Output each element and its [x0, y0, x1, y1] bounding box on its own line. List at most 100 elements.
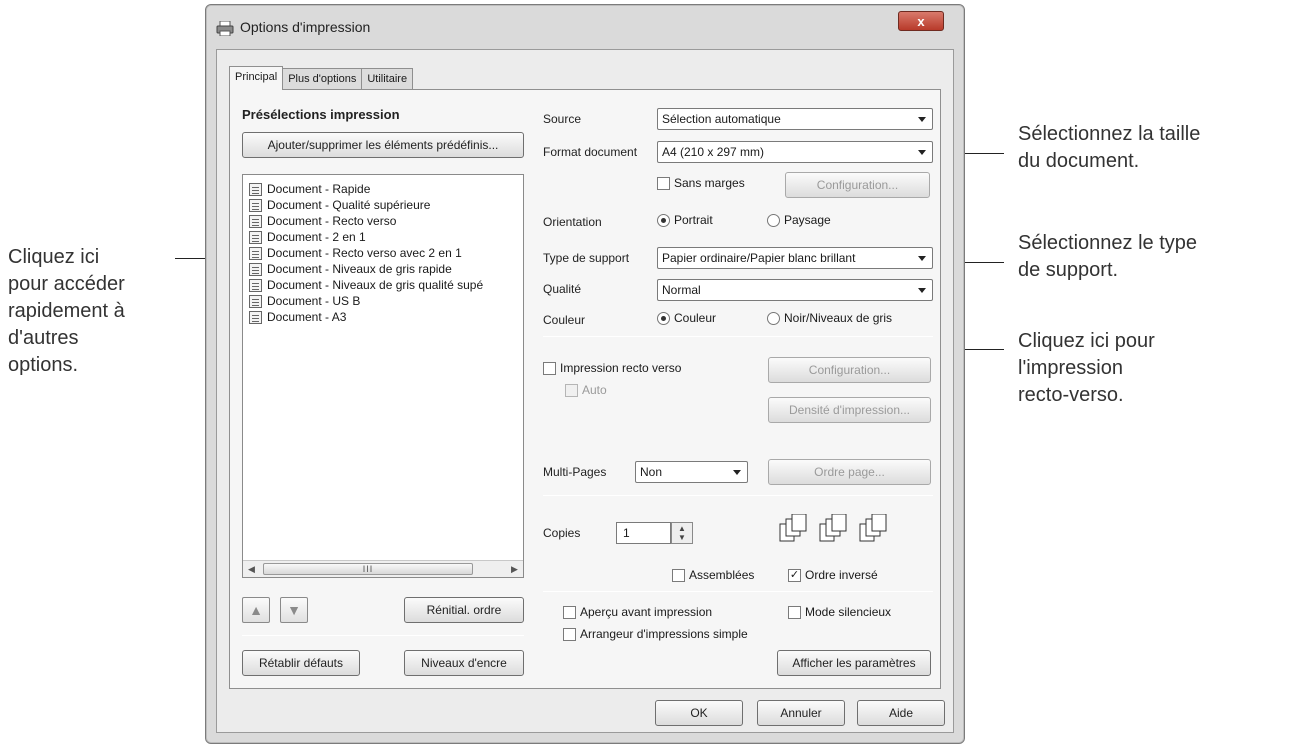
list-item[interactable]: Document - Niveaux de gris qualité supé	[249, 277, 483, 293]
separator	[543, 336, 933, 337]
list-item-label: Document - Recto verso avec 2 en 1	[267, 246, 462, 260]
checkbox-box	[543, 361, 556, 375]
annotation-size-line: Sélectionnez la taille	[1018, 123, 1201, 145]
list-item[interactable]: Document - Niveaux de gris rapide	[249, 261, 452, 277]
show-settings-button[interactable]: Afficher les paramètres	[777, 650, 931, 676]
separator	[543, 591, 933, 592]
checkbox-box	[672, 568, 685, 582]
separator	[543, 495, 933, 496]
copies-stepper[interactable]: ▲ ▼	[671, 522, 693, 544]
annotation-size-line: du document.	[1018, 150, 1140, 172]
format-select-value: A4 (210 x 297 mm)	[662, 145, 765, 159]
auto-checkbox[interactable]: Auto	[565, 383, 607, 397]
scroll-left-icon[interactable]: ◀	[243, 561, 260, 577]
color-radio[interactable]: Couleur	[657, 311, 716, 325]
list-item-label: Document - US B	[267, 294, 361, 308]
grayscale-radio[interactable]: Noir/Niveaux de gris	[767, 311, 892, 325]
chevron-down-icon	[918, 256, 926, 261]
document-icon	[249, 246, 262, 260]
quality-select[interactable]: Normal	[657, 279, 933, 301]
print-density-button[interactable]: Densité d'impression...	[768, 397, 931, 423]
multipage-select[interactable]: Non	[635, 461, 748, 483]
print-preview-checkbox[interactable]: Aperçu avant impression	[563, 605, 712, 619]
scroll-right-icon[interactable]: ▶	[506, 561, 523, 577]
stepper-down-icon[interactable]: ▼	[678, 533, 686, 542]
borderless-checkbox[interactable]: Sans marges	[657, 176, 745, 190]
document-icon	[249, 262, 262, 276]
media-type-select[interactable]: Papier ordinaire/Papier blanc brillant	[657, 247, 933, 269]
checkbox-box	[565, 383, 578, 397]
move-down-button[interactable]: ▼	[280, 597, 308, 623]
list-item[interactable]: Document - US B	[249, 293, 360, 309]
quiet-mode-checkbox[interactable]: Mode silencieux	[788, 605, 891, 619]
format-select[interactable]: A4 (210 x 297 mm)	[657, 141, 933, 163]
presets-list[interactable]: Document - Rapide Document - Qualité sup…	[242, 174, 524, 578]
dialog-client: Principal Plus d'options Utilitaire Prés…	[216, 49, 954, 733]
media-type-label: Type de support	[543, 251, 630, 265]
help-button[interactable]: Aide	[857, 700, 945, 726]
radio-dot	[657, 213, 670, 227]
restore-defaults-button[interactable]: Rétablir défauts	[242, 650, 360, 676]
portrait-radio[interactable]: Portrait	[657, 213, 713, 227]
duplex-label: Impression recto verso	[560, 361, 682, 375]
tab-utilitaire[interactable]: Utilitaire	[361, 68, 414, 90]
annotation-left: Cliquez ici pour accéder rapidement à d'…	[8, 244, 125, 379]
tab-principal[interactable]: Principal	[229, 66, 284, 90]
duplex-config-button[interactable]: Configuration...	[768, 357, 931, 383]
duplex-checkbox[interactable]: Impression recto verso	[543, 361, 681, 375]
list-item[interactable]: Document - A3	[249, 309, 346, 325]
borderless-config-button[interactable]: Configuration...	[785, 172, 930, 198]
source-select[interactable]: Sélection automatique	[657, 108, 933, 130]
borderless-label: Sans marges	[674, 176, 745, 190]
chevron-down-icon	[918, 117, 926, 122]
checkbox-box: ✓	[788, 568, 801, 582]
grayscale-option-label: Noir/Niveaux de gris	[784, 311, 893, 325]
quiet-mode-label: Mode silencieux	[805, 605, 892, 619]
radio-dot	[657, 311, 670, 325]
print-arranger-checkbox[interactable]: Arrangeur d'impressions simple	[563, 627, 748, 641]
arrow-up-icon: ▲	[249, 602, 263, 618]
list-item[interactable]: Document - Rapide	[249, 181, 370, 197]
list-item[interactable]: Document - Recto verso avec 2 en 1	[249, 245, 462, 261]
annotation-duplex-line: Cliquez ici pour	[1018, 330, 1155, 352]
portrait-label: Portrait	[674, 213, 713, 227]
checkbox-box	[563, 627, 576, 641]
stepper-up-icon[interactable]: ▲	[678, 524, 686, 533]
print-arranger-label: Arrangeur d'impressions simple	[580, 627, 748, 641]
collate-checkbox[interactable]: Assemblées	[672, 568, 754, 582]
print-preview-label: Aperçu avant impression	[580, 605, 713, 619]
arrow-down-icon: ▼	[287, 602, 301, 618]
document-icon	[249, 198, 262, 212]
multipage-select-value: Non	[640, 465, 663, 479]
copies-input[interactable]: 1	[616, 522, 671, 544]
checkbox-box	[657, 176, 670, 190]
ink-levels-button[interactable]: Niveaux d'encre	[404, 650, 524, 676]
cancel-button[interactable]: Annuler	[757, 700, 845, 726]
left-separator	[242, 635, 524, 636]
scrollbar-thumb[interactable]: III	[263, 563, 473, 575]
list-item-label: Document - Recto verso	[267, 214, 397, 228]
tab-plus-options[interactable]: Plus d'options	[282, 68, 363, 90]
horizontal-scrollbar[interactable]: ◀ III ▶	[243, 560, 523, 577]
annotation-left-line: Cliquez ici	[8, 246, 100, 268]
quality-select-value: Normal	[662, 283, 701, 297]
move-up-button[interactable]: ▲	[242, 597, 270, 623]
radio-dot	[767, 213, 780, 227]
reset-order-button[interactable]: Rénitial. ordre	[404, 597, 524, 623]
color-label: Couleur	[543, 313, 586, 327]
list-item[interactable]: Document - Qualité supérieure	[249, 197, 430, 213]
add-remove-presets-button[interactable]: Ajouter/supprimer les éléments prédéfini…	[242, 132, 524, 158]
list-item-label: Document - Rapide	[267, 182, 371, 196]
list-item[interactable]: Document - Recto verso	[249, 213, 396, 229]
list-item[interactable]: Document - 2 en 1	[249, 229, 366, 245]
list-item-label: Document - A3	[267, 310, 347, 324]
page-order-button[interactable]: Ordre page...	[768, 459, 931, 485]
landscape-radio[interactable]: Paysage	[767, 213, 831, 227]
annotation-size: Sélectionnez la taille du document.	[1018, 121, 1200, 175]
list-item-label: Document - Qualité supérieure	[267, 198, 431, 212]
ok-button[interactable]: OK	[655, 700, 743, 726]
source-label: Source	[543, 112, 582, 126]
close-button[interactable]: x	[898, 11, 944, 31]
reverse-order-checkbox[interactable]: ✓ Ordre inversé	[788, 568, 878, 582]
annotation-media-line: Sélectionnez le type	[1018, 232, 1198, 254]
